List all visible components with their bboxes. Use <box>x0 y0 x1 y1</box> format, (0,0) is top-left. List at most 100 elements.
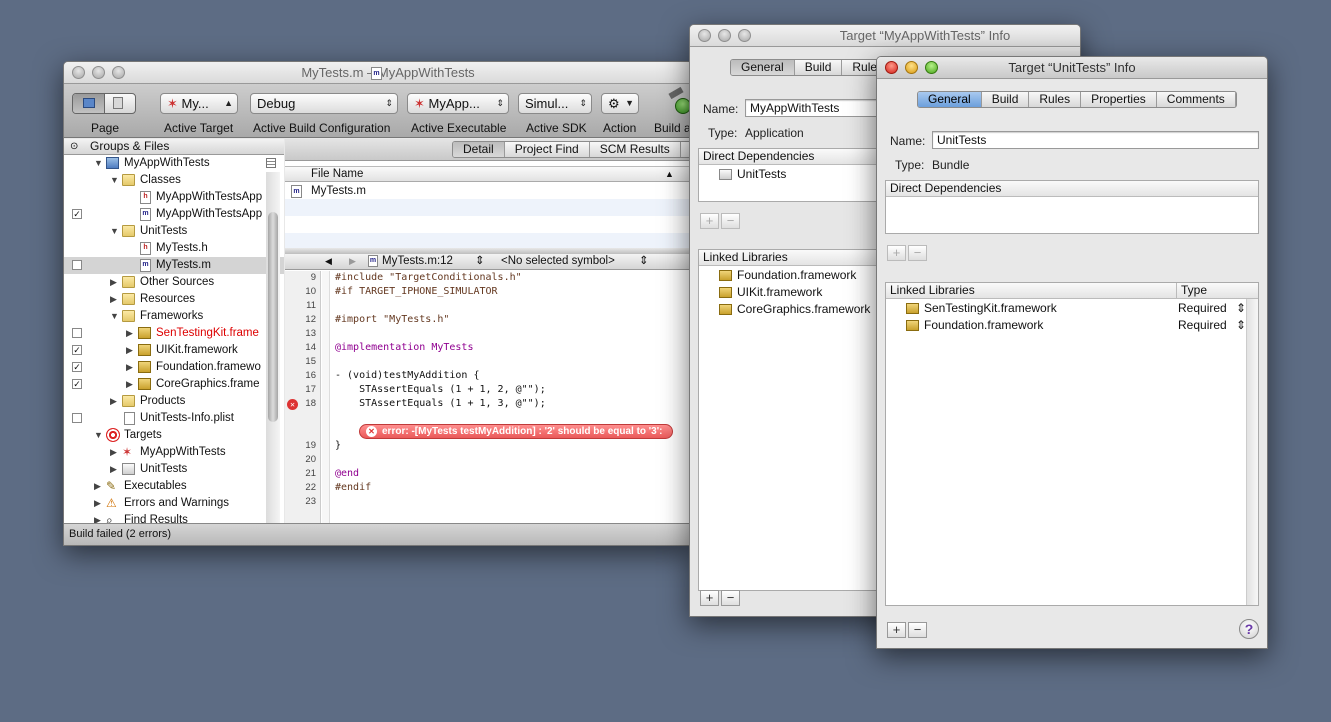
close-button[interactable] <box>698 29 711 42</box>
active-executable-popup[interactable]: ✶ MyApp... ⇕ <box>407 93 509 114</box>
tab-build[interactable]: Build <box>795 60 843 75</box>
tree-row-folder[interactable]: ▼ Frameworks <box>64 308 284 325</box>
popup-arrows-icon[interactable]: ⇕ <box>639 254 649 269</box>
add-library-button[interactable]: + <box>887 622 906 638</box>
disclosure-down-icon[interactable]: ▼ <box>94 155 103 172</box>
tree-row-framework[interactable]: ✓ ▶ CoreGraphics.frame <box>64 376 284 393</box>
target-checkbox[interactable]: ✓ <box>72 209 82 219</box>
minimize-button[interactable] <box>92 66 105 79</box>
disclosure-right-icon[interactable]: ▶ <box>126 325 133 342</box>
file-name-column[interactable]: File Name <box>311 167 363 182</box>
tab-rules[interactable]: Rules <box>1029 92 1082 107</box>
target-checkbox[interactable]: ✓ <box>72 379 82 389</box>
tab-comments[interactable]: Comments <box>1157 92 1236 107</box>
error-marker-icon[interactable]: ✕ <box>287 399 298 410</box>
popup-arrows-icon[interactable]: ⇕ <box>475 254 485 269</box>
tab-detail[interactable]: Detail <box>453 142 505 157</box>
tree-scroll-thumb[interactable] <box>268 212 278 422</box>
page-editor-icon[interactable] <box>113 97 123 109</box>
dependency-row[interactable]: UnitTests <box>719 166 786 183</box>
tab-build[interactable]: Build <box>982 92 1030 107</box>
symbol-popup[interactable]: <No selected symbol> <box>501 254 615 269</box>
tree-row-project[interactable]: ▼ MyAppWithTests <box>64 155 284 172</box>
disclosure-right-icon[interactable]: ▶ <box>110 393 117 410</box>
disclosure-down-icon[interactable]: ▼ <box>110 308 119 325</box>
tree-row-target-app[interactable]: ▶ ✶ MyAppWithTests <box>64 444 284 461</box>
target-checkbox[interactable] <box>72 260 82 270</box>
zoom-button[interactable] <box>112 66 125 79</box>
target-checkbox[interactable] <box>72 413 82 423</box>
disclosure-right-icon[interactable]: ▶ <box>126 376 133 393</box>
disclosure-right-icon[interactable]: ▶ <box>94 495 101 512</box>
tree-row-executables[interactable]: ▶ ✎ Executables <box>64 478 284 495</box>
target-checkbox[interactable]: ✓ <box>72 345 82 355</box>
library-row[interactable]: SenTestingKit.framework Required ⇕ <box>906 300 1246 317</box>
add-dependency-button[interactable]: + <box>700 213 719 229</box>
name-field[interactable]: UnitTests <box>932 131 1259 149</box>
tree-row-framework[interactable]: ▶ SenTestingKit.frame <box>64 325 284 342</box>
error-bubble[interactable]: ✕ error: -[MyTests testMyAddition] : '2'… <box>359 424 674 439</box>
add-library-button[interactable]: + <box>700 590 719 606</box>
tree-row-errors[interactable]: ▶ ⚠ Errors and Warnings <box>64 495 284 512</box>
target-checkbox[interactable] <box>72 328 82 338</box>
disclosure-right-icon[interactable]: ▶ <box>94 478 101 495</box>
tree-row-folder[interactable]: ▶ Products <box>64 393 284 410</box>
library-row[interactable]: Foundation.framework <box>719 267 856 284</box>
remove-dependency-button[interactable]: − <box>721 213 740 229</box>
close-button[interactable] <box>885 61 898 74</box>
disclosure-right-icon[interactable]: ▶ <box>126 359 133 376</box>
disclosure-down-icon[interactable]: ▼ <box>110 172 119 189</box>
tree-scrollbar[interactable] <box>266 172 280 523</box>
tree-row-file[interactable]: h MyTests.h <box>64 240 284 257</box>
add-dependency-button[interactable]: + <box>887 245 906 261</box>
tab-general[interactable]: General <box>918 92 982 107</box>
close-button[interactable] <box>72 66 85 79</box>
line-gutter[interactable]: 9 10 11 12 13 14 15 16 17 18 ✕ 19 20 21 … <box>285 271 321 523</box>
remove-library-button[interactable]: − <box>721 590 740 606</box>
library-type-popup[interactable]: Required <box>1178 317 1227 334</box>
help-button[interactable]: ? <box>1239 619 1259 639</box>
tree-row-find[interactable]: ▶ ⌕ Find Results <box>64 512 284 523</box>
tree-row-folder[interactable]: ▶ Other Sources <box>64 274 284 291</box>
forward-arrow-icon[interactable]: ▶ <box>349 254 356 269</box>
tree-row-folder[interactable]: ▶ Resources <box>64 291 284 308</box>
page-tree-icon[interactable] <box>73 94 105 113</box>
tree-row-folder[interactable]: ▼ UnitTests <box>64 223 284 240</box>
disclosure-right-icon[interactable]: ▶ <box>110 444 117 461</box>
page-segment[interactable] <box>72 93 136 114</box>
code-fold-ribbon[interactable] <box>322 271 330 523</box>
disclosure-down-icon[interactable]: ▼ <box>94 427 103 444</box>
tree-row-framework[interactable]: ✓ ▶ UIKit.framework <box>64 342 284 359</box>
tab-properties[interactable]: Properties <box>1081 92 1157 107</box>
remove-dependency-button[interactable]: − <box>908 245 927 261</box>
tree-row-file[interactable]: UnitTests-Info.plist <box>64 410 284 427</box>
column-toggle-icon[interactable] <box>266 158 276 168</box>
name-field[interactable]: MyAppWithTests <box>745 99 895 117</box>
tree-row-targets[interactable]: ▼ Targets <box>64 427 284 444</box>
target-checkbox[interactable]: ✓ <box>72 362 82 372</box>
sort-ascending-icon[interactable]: ▲ <box>665 167 674 182</box>
tab-general[interactable]: General <box>731 60 795 75</box>
disclosure-down-icon[interactable]: ▼ <box>110 223 119 240</box>
active-target-popup[interactable]: ✶ My... ▲ <box>160 93 238 114</box>
active-sdk-popup[interactable]: Simul... ⇕ <box>518 93 592 114</box>
disclosure-right-icon[interactable]: ▶ <box>94 512 101 523</box>
library-row[interactable]: UIKit.framework <box>719 284 822 301</box>
zoom-button[interactable] <box>738 29 751 42</box>
disclosure-right-icon[interactable]: ▶ <box>110 291 117 308</box>
disclosure-right-icon[interactable]: ▶ <box>110 274 117 291</box>
library-type-popup[interactable]: Required <box>1178 300 1227 317</box>
type-column-header[interactable]: Type <box>1176 283 1207 298</box>
minimize-button[interactable] <box>718 29 731 42</box>
remove-library-button[interactable]: − <box>908 622 927 638</box>
library-row[interactable]: CoreGraphics.framework <box>719 301 870 318</box>
tree-row-target-bundle[interactable]: ▶ UnitTests <box>64 461 284 478</box>
tree-row-framework[interactable]: ✓ ▶ Foundation.framewo <box>64 359 284 376</box>
tree-row-file[interactable]: h MyAppWithTestsApp <box>64 189 284 206</box>
build-and-go-icon[interactable] <box>668 86 691 116</box>
libraries-scrollbar[interactable] <box>1246 299 1258 605</box>
minimize-button[interactable] <box>905 61 918 74</box>
file-popup[interactable]: MyTests.m:12 <box>382 254 453 269</box>
tree-row-folder[interactable]: ▼ Classes <box>64 172 284 189</box>
disclosure-right-icon[interactable]: ▶ <box>126 342 133 359</box>
